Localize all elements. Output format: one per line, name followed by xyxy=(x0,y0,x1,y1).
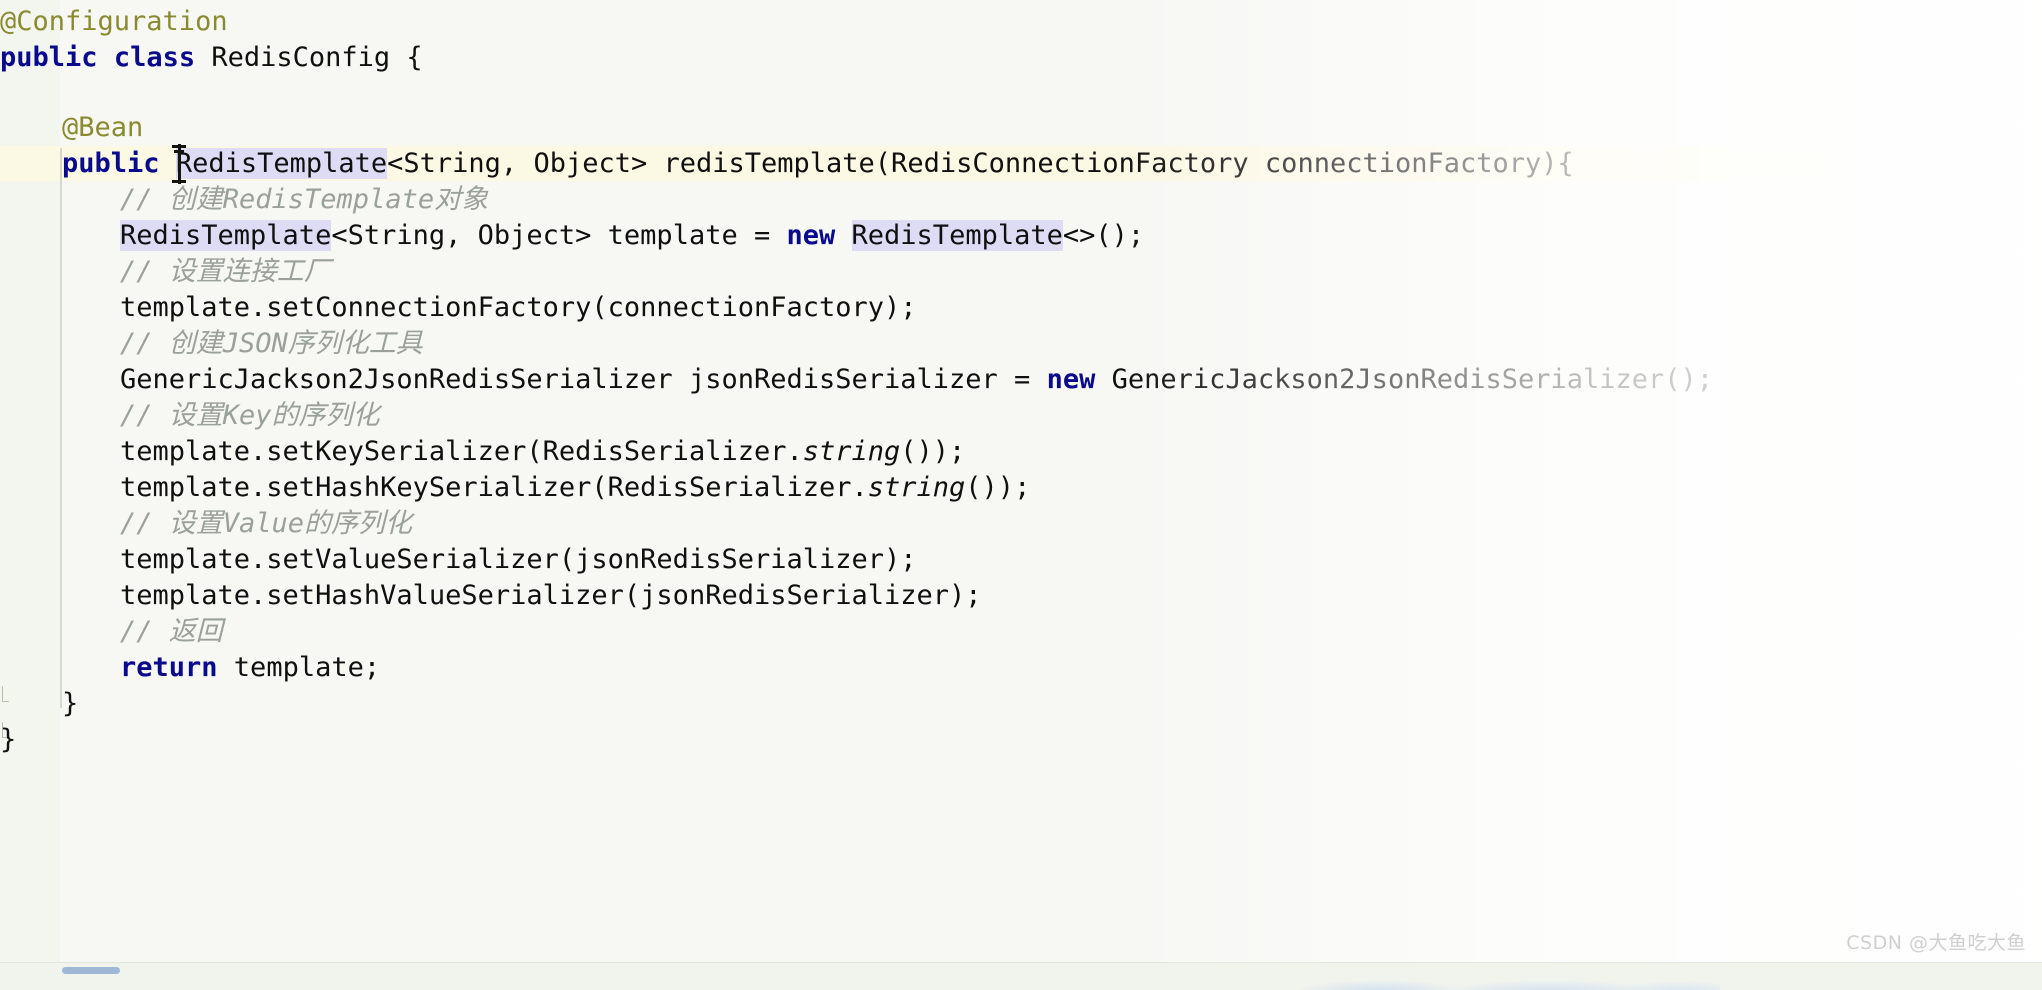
code-line[interactable]: public RedisTemplate<String, Object> red… xyxy=(0,146,1574,182)
code-editor-screenshot: @Configuration public class RedisConfig {… xyxy=(0,0,2042,990)
code-line[interactable]: template.setValueSerializer(jsonRedisSer… xyxy=(0,542,917,578)
code-token: @Configuration xyxy=(0,6,228,37)
code-token: // 设置连接工厂 xyxy=(120,256,331,287)
code-token: @Bean xyxy=(62,112,144,143)
code-token: ()); xyxy=(965,472,1031,503)
code-text-area[interactable]: @Configuration public class RedisConfig {… xyxy=(0,0,2042,962)
code-line[interactable]: GenericJackson2JsonRedisSerializer jsonR… xyxy=(0,362,1713,398)
code-line[interactable]: // 设置连接工厂 xyxy=(0,254,331,290)
code-token: // 创建JSON序列化工具 xyxy=(120,328,423,359)
code-token: RedisTemplate xyxy=(851,220,1063,251)
code-line[interactable]: template.setConnectionFactory(connection… xyxy=(0,290,917,326)
code-token: template; xyxy=(217,652,381,683)
code-token: // 设置Key的序列化 xyxy=(120,400,380,431)
code-token: // 设置Value的序列化 xyxy=(120,508,413,539)
code-line[interactable]: @Bean xyxy=(0,110,143,146)
code-token: string xyxy=(802,436,901,467)
code-line[interactable]: } xyxy=(0,686,78,722)
code-token: public xyxy=(62,148,160,179)
code-token: new xyxy=(786,220,836,251)
code-token: string xyxy=(867,472,966,503)
code-token: <String, Object> redisTemplate(RedisConn… xyxy=(387,148,1574,179)
code-token: ()); xyxy=(900,436,966,467)
code-token: public xyxy=(0,42,98,73)
csdn-watermark: CSDN @大鱼吃大鱼 xyxy=(1846,932,2026,954)
code-token: RedisTemplate xyxy=(120,220,332,251)
code-token: template.setConnectionFactory(connection… xyxy=(120,292,917,323)
code-line[interactable]: // 创建JSON序列化工具 xyxy=(0,326,423,362)
code-line[interactable]: template.setHashKeySerializer(RedisSeria… xyxy=(0,470,1030,506)
code-line[interactable]: template.setKeySerializer(RedisSerialize… xyxy=(0,434,965,470)
code-token: class xyxy=(113,42,196,73)
code-token: } xyxy=(62,688,79,719)
code-line[interactable]: // 创建RedisTemplate对象 xyxy=(0,182,488,218)
code-token: template.setValueSerializer(jsonRedisSer… xyxy=(120,544,917,575)
code-line[interactable]: return template; xyxy=(0,650,380,686)
code-token: // 返回 xyxy=(120,616,223,647)
code-token: return xyxy=(120,652,218,683)
code-line[interactable]: public class RedisConfig { xyxy=(0,40,423,76)
code-line[interactable]: // 设置Value的序列化 xyxy=(0,506,412,542)
code-token: RedisConfig { xyxy=(195,42,423,73)
code-token: RedisTemplate xyxy=(175,148,388,179)
code-token: template.setKeySerializer(RedisSerialize… xyxy=(120,436,803,467)
code-token: GenericJackson2JsonRedisSerializer(); xyxy=(1095,364,1714,395)
code-token: // 创建RedisTemplate对象 xyxy=(120,184,489,215)
code-token: template.setHashKeySerializer(RedisSeria… xyxy=(120,472,868,503)
code-line[interactable]: RedisTemplate<String, Object> template =… xyxy=(0,218,1144,254)
horizontal-scrollbar[interactable] xyxy=(0,962,2042,990)
code-line[interactable]: template.setHashValueSerializer(jsonRedi… xyxy=(0,578,982,614)
decorative-cloud-graphic xyxy=(1300,969,1720,990)
horizontal-scroll-thumb[interactable] xyxy=(62,967,120,974)
code-token: <String, Object> template = xyxy=(331,220,787,251)
code-line[interactable]: // 返回 xyxy=(0,614,223,650)
code-line[interactable]: @Configuration xyxy=(0,4,228,40)
code-token: } xyxy=(0,724,17,755)
code-token: template.setHashValueSerializer(jsonRedi… xyxy=(120,580,982,611)
code-token: new xyxy=(1046,364,1096,395)
code-line[interactable]: // 设置Key的序列化 xyxy=(0,398,380,434)
code-token: GenericJackson2JsonRedisSerializer jsonR… xyxy=(120,364,1047,395)
code-line[interactable]: } xyxy=(0,722,16,758)
text-ibeam-cursor-icon xyxy=(172,144,186,184)
code-token: <>(); xyxy=(1062,220,1145,251)
